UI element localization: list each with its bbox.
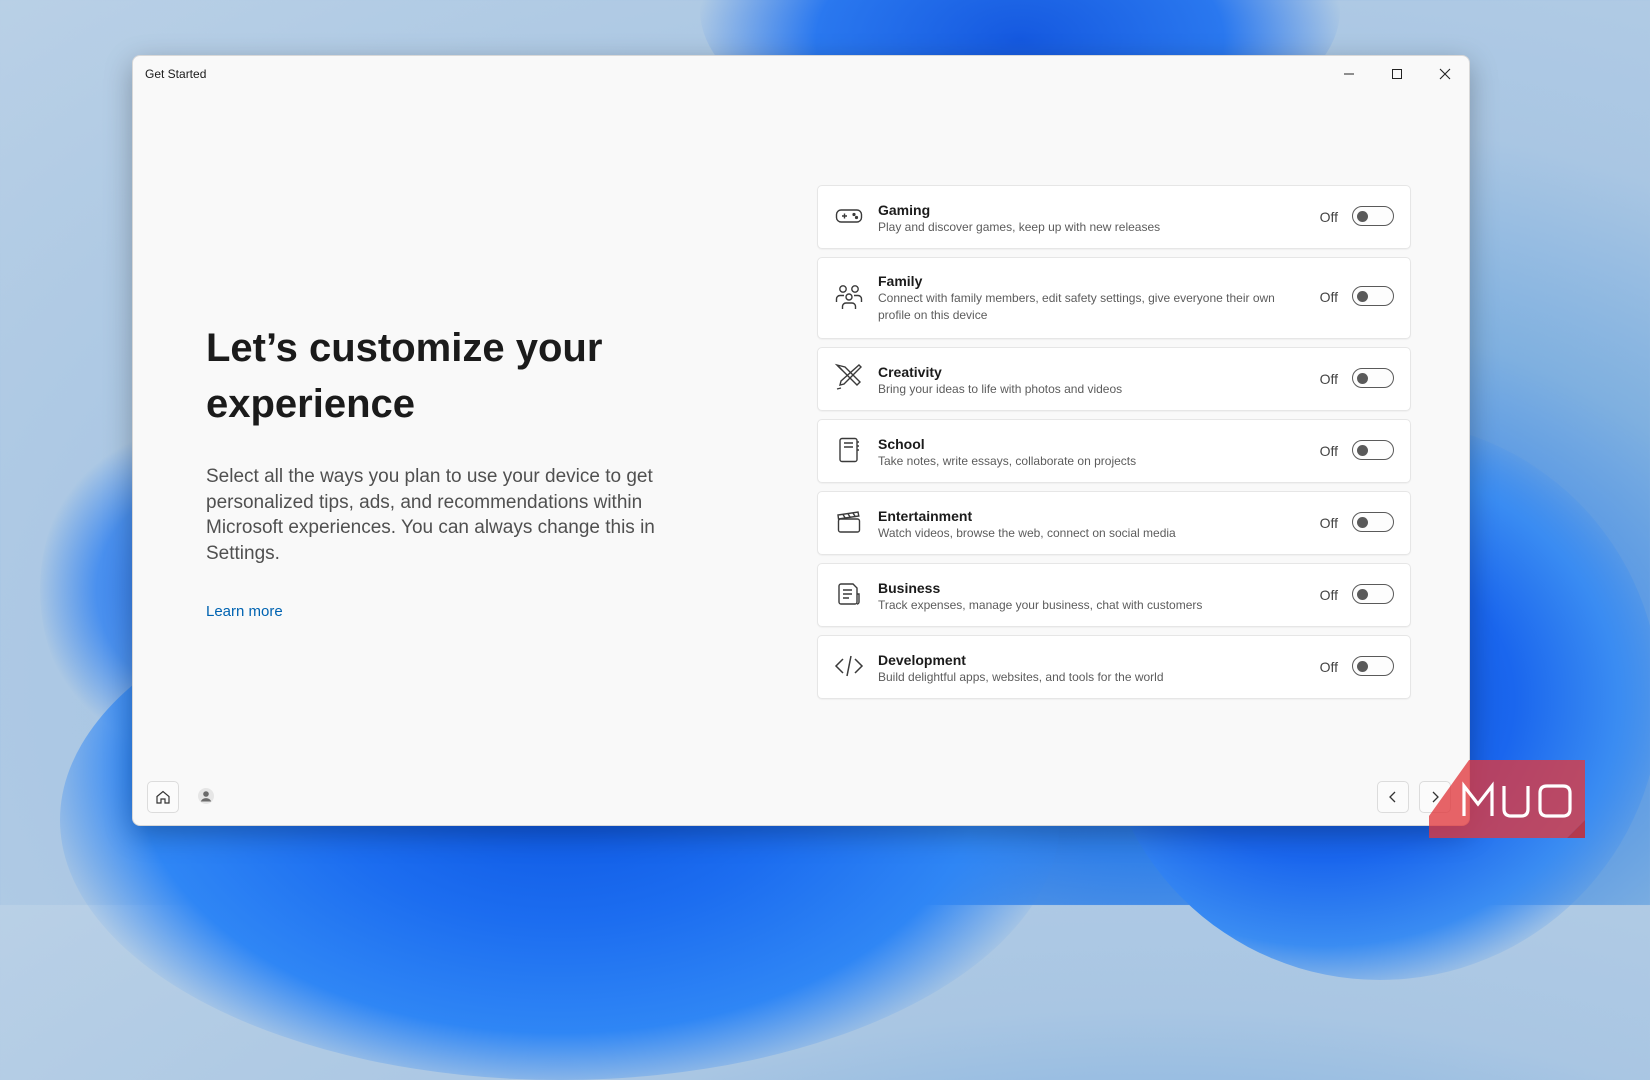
option-name: School [878,436,925,452]
toggle-state-label: Off [1319,209,1338,225]
school-toggle[interactable] [1352,440,1394,460]
toggle-state-label: Off [1319,659,1338,675]
option-description: Connect with family members, edit safety… [878,291,1275,322]
option-name: Family [878,273,923,289]
toggle-state-label: Off [1319,443,1338,459]
page-heading: Let’s customize your experience [206,326,603,426]
learn-more-link[interactable]: Learn more [206,603,283,620]
page-description: Select all the ways you plan to use your… [206,466,655,564]
business-toggle[interactable] [1352,584,1394,604]
option-card-family[interactable]: Family Connect with family members, edit… [817,257,1411,339]
option-description: Play and discover games, keep up with ne… [878,220,1161,234]
creativity-toggle[interactable] [1352,368,1394,388]
get-started-window: Get Started Let’s customize your experie… [132,55,1470,826]
family-icon [834,282,864,312]
option-card-entertainment[interactable]: Entertainment Watch videos, browse the w… [817,491,1411,555]
gaming-toggle[interactable] [1352,206,1394,226]
option-card-business[interactable]: Business Track expenses, manage your bus… [817,563,1411,627]
person-icon [198,788,214,804]
option-name: Gaming [878,202,931,218]
minimize-icon [1344,73,1354,75]
creativity-icon [834,362,864,392]
option-card-school[interactable]: School Take notes, write essays, collabo… [817,419,1411,483]
close-icon [1439,68,1451,80]
back-button[interactable] [1377,781,1409,813]
entertainment-toggle[interactable] [1352,512,1394,532]
option-card-gaming[interactable]: Gaming Play and discover games, keep up … [817,185,1411,249]
option-name: Creativity [878,364,942,380]
muo-watermark-logo [1429,760,1585,838]
toggle-state-label: Off [1319,371,1338,387]
option-name: Development [878,652,966,668]
window-title: Get Started [145,67,207,81]
option-description: Watch videos, browse the web, connect on… [878,526,1176,540]
title-bar: Get Started [133,56,1469,92]
close-button[interactable] [1421,56,1469,92]
home-button[interactable] [147,781,179,813]
chevron-left-icon [1389,791,1396,803]
toggle-state-label: Off [1319,587,1338,603]
option-card-creativity[interactable]: Creativity Bring your ideas to life with… [817,347,1411,411]
maximize-icon [1392,69,1402,79]
notebook-icon [834,435,864,465]
home-icon [156,790,170,804]
minimize-button[interactable] [1325,56,1373,92]
code-icon [834,651,864,681]
bottom-toolbar [147,781,221,813]
option-description: Build delightful apps, websites, and too… [878,670,1164,684]
account-button[interactable] [191,781,221,811]
clapperboard-icon [834,507,864,537]
maximize-button[interactable] [1373,56,1421,92]
document-icon [834,579,864,609]
option-description: Bring your ideas to life with photos and… [878,382,1123,396]
family-toggle[interactable] [1352,286,1394,306]
toggle-state-label: Off [1319,289,1338,305]
option-description: Track expenses, manage your business, ch… [878,598,1203,612]
development-toggle[interactable] [1352,656,1394,676]
toggle-state-label: Off [1319,515,1338,531]
option-description: Take notes, write essays, collaborate on… [878,454,1137,468]
option-name: Entertainment [878,508,973,524]
option-name: Business [878,580,941,596]
option-card-development[interactable]: Development Build delightful apps, websi… [817,635,1411,699]
gamepad-icon [834,201,864,231]
